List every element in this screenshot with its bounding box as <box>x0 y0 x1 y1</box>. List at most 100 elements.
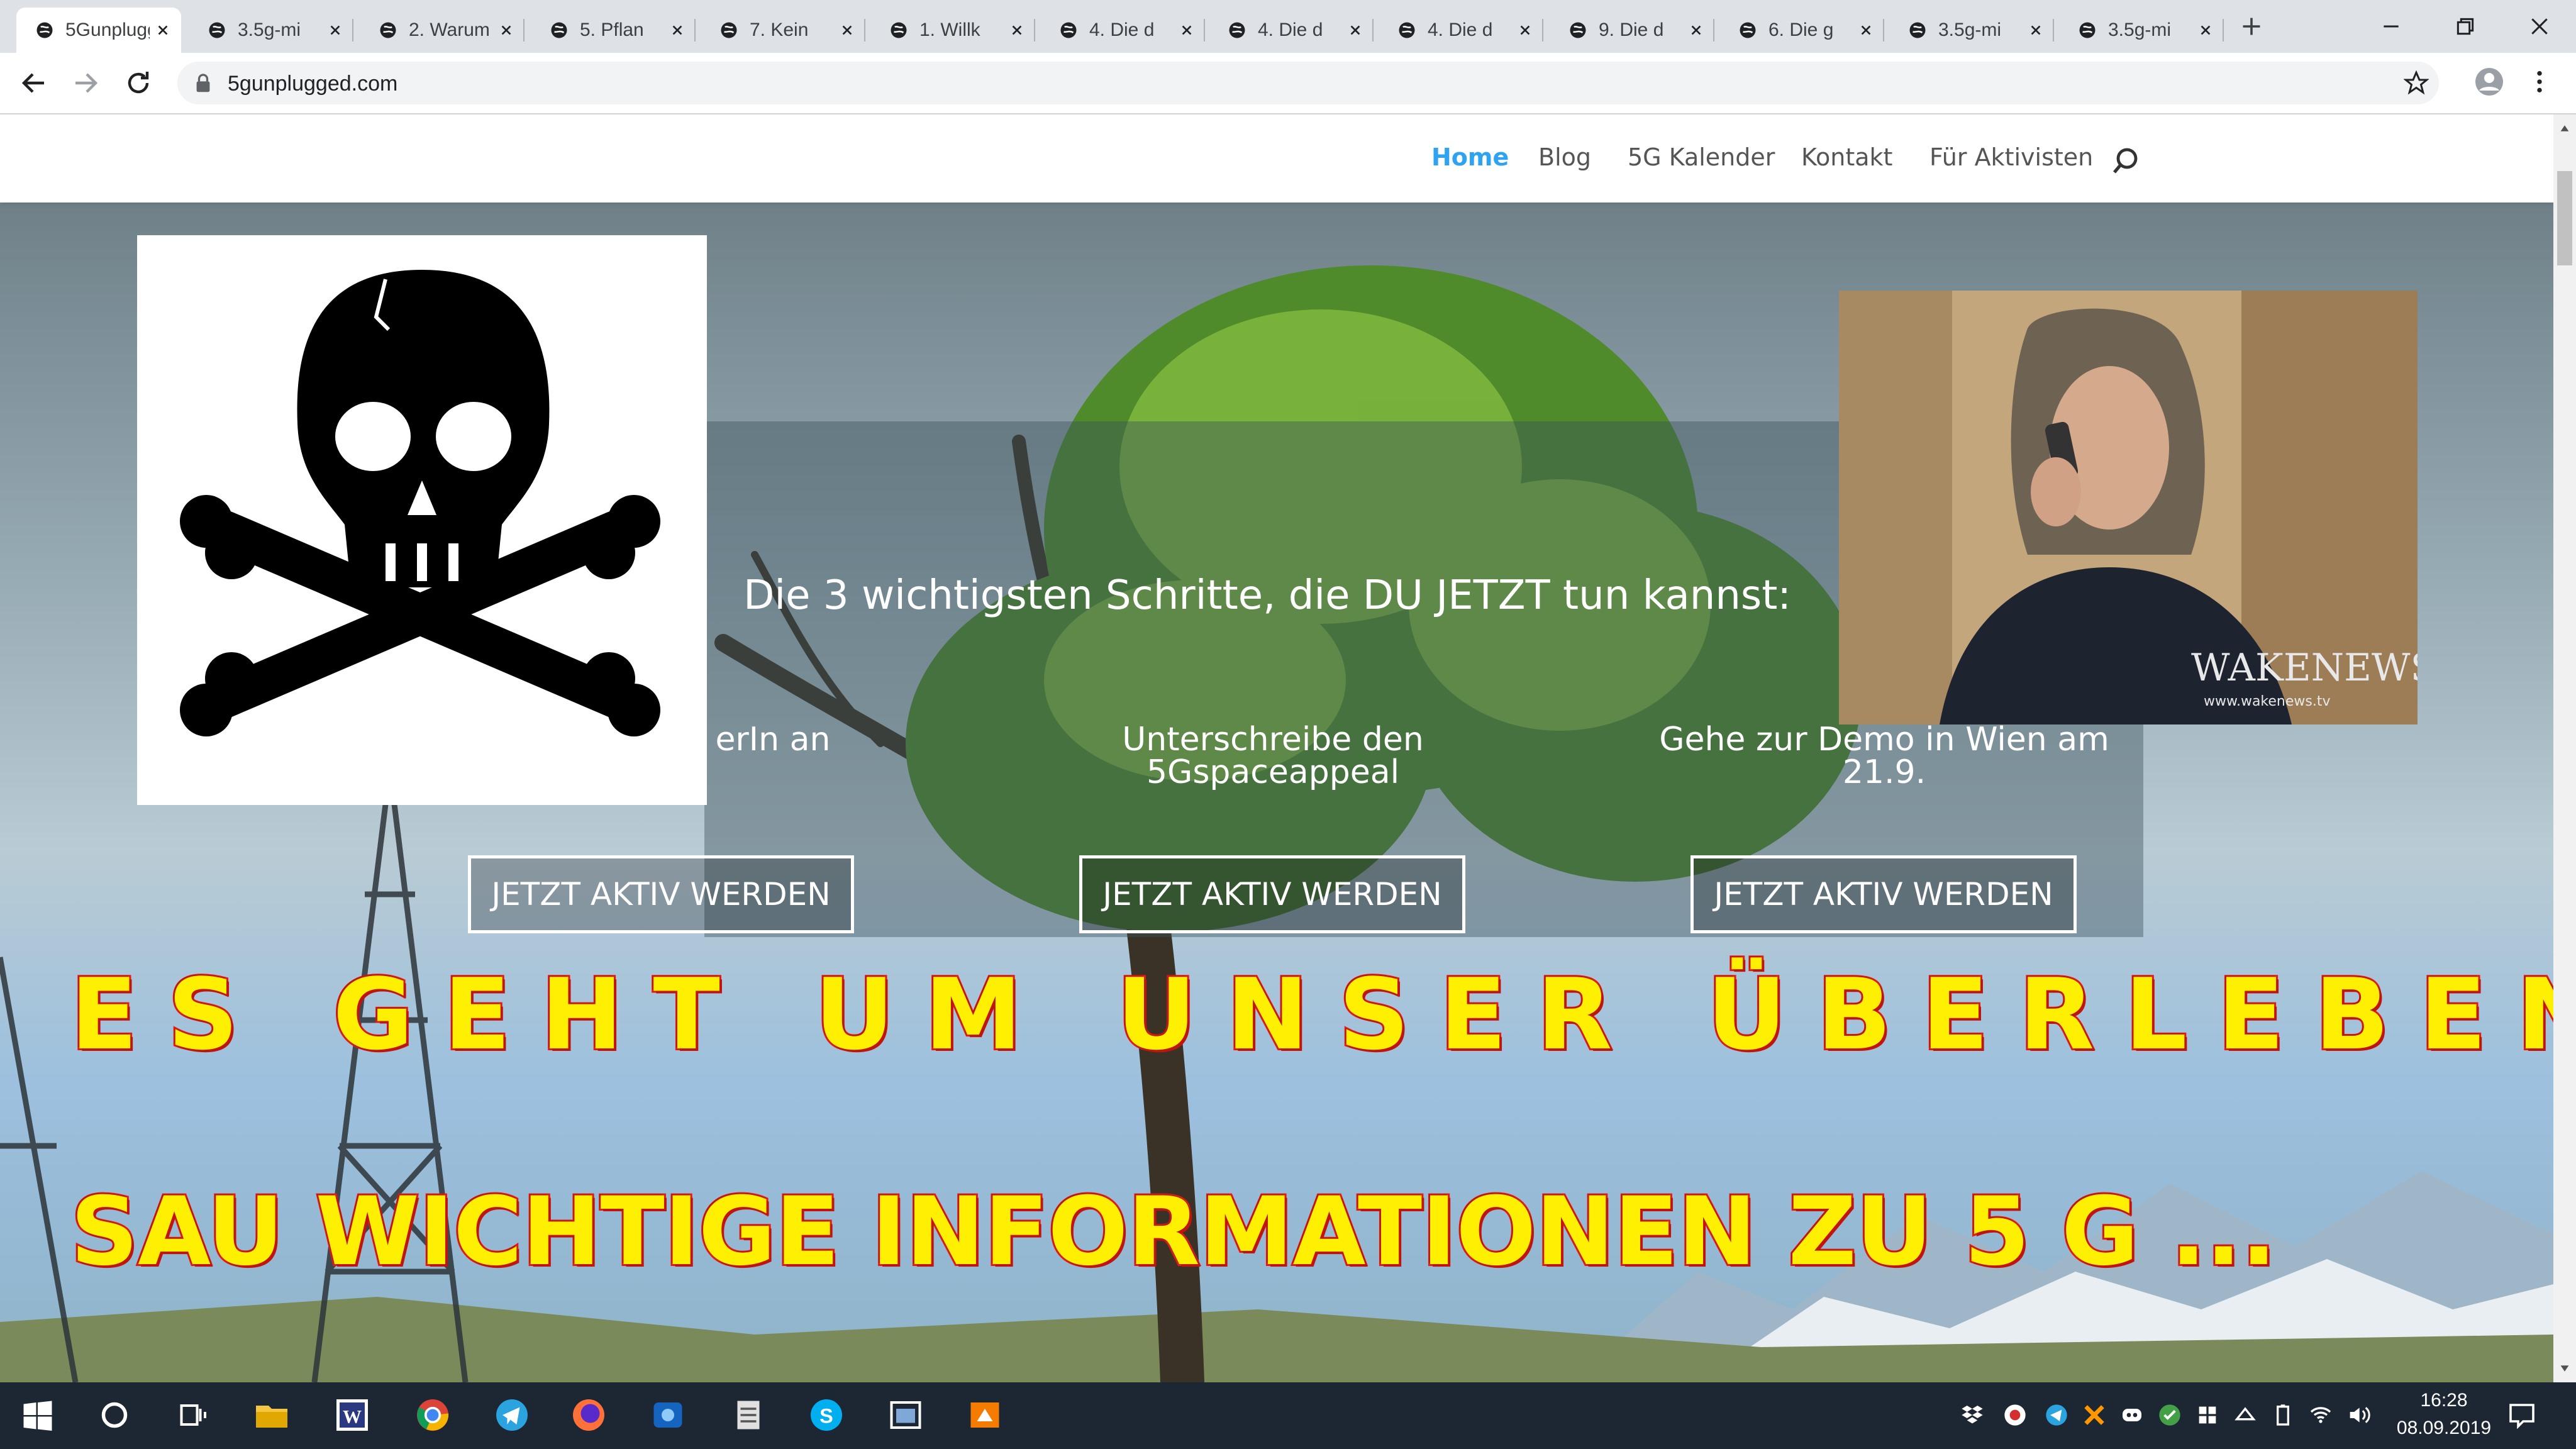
new-tab-icon[interactable] <box>2240 15 2263 38</box>
browser-toolbar: 5gunplugged.com <box>0 53 2576 114</box>
close-tab-icon[interactable] <box>2199 23 2212 37</box>
nav-blog[interactable]: Blog <box>1538 143 1591 171</box>
tab-title: 3.5g-mi <box>238 19 301 40</box>
tab-title: 9. Die d <box>1599 19 1664 40</box>
skull-crossbones-image <box>137 235 707 805</box>
tray-icon-network-share[interactable] <box>2233 1402 2258 1428</box>
clock-time[interactable]: 16:28 <box>2406 1390 2482 1411</box>
browser-tab[interactable]: 1. Willk <box>870 8 1035 53</box>
close-tab-icon[interactable] <box>156 23 170 37</box>
tab-title: 4. Die d <box>1089 19 1155 40</box>
profile-avatar-icon[interactable] <box>2474 67 2504 97</box>
app-icon-orange[interactable] <box>966 1396 1004 1434</box>
globe-favicon-icon <box>1229 22 1245 38</box>
task-view-icon[interactable] <box>174 1396 211 1434</box>
browser-tab[interactable]: 5Gunplugged <box>16 8 181 53</box>
close-tab-icon[interactable] <box>840 23 854 37</box>
windows-taskbar: W S 16:28 08.09.2019 <box>0 1382 2576 1449</box>
discord-tray-icon[interactable] <box>2119 1402 2145 1428</box>
file-explorer-icon[interactable] <box>253 1396 291 1434</box>
windows-start-icon[interactable] <box>19 1396 57 1434</box>
browser-tab[interactable]: 3.5g-mi <box>2059 8 2224 53</box>
nav-home[interactable]: Home <box>1431 143 1509 171</box>
browser-tab[interactable]: 2. Warum <box>360 8 525 53</box>
back-arrow-icon[interactable] <box>19 68 49 98</box>
close-tab-icon[interactable] <box>1859 23 1873 37</box>
nav-kontakt[interactable]: Kontakt <box>1801 143 1892 171</box>
shirt-url-text: www.wakenews.tv <box>2204 694 2331 709</box>
web-page: Home Blog 5G Kalender Kontakt Für Aktivi… <box>0 114 2553 1382</box>
scrollbar-thumb[interactable] <box>2557 171 2572 265</box>
volume-icon[interactable] <box>2346 1402 2371 1428</box>
globe-favicon-icon <box>380 22 396 38</box>
browser-tab[interactable]: 7. Kein <box>701 8 865 53</box>
close-tab-icon[interactable] <box>1010 23 1024 37</box>
telegram-icon[interactable] <box>493 1396 531 1434</box>
step-2-cta-button[interactable]: JETZT AKTIV WERDEN <box>1079 855 1465 933</box>
browser-tab[interactable]: 4. Die d <box>1040 8 1205 53</box>
battery-icon[interactable] <box>2270 1402 2296 1428</box>
tab-title: 6. Die g <box>1768 19 1834 40</box>
browser-tab[interactable]: 4. Die d <box>1209 8 1374 53</box>
word-icon[interactable]: W <box>333 1396 371 1434</box>
globe-favicon-icon <box>1570 22 1586 38</box>
minimize-icon[interactable] <box>2379 14 2404 39</box>
browser-tab[interactable]: 6. Die g <box>1719 8 1884 53</box>
restore-icon[interactable] <box>2453 14 2478 39</box>
browser-tab[interactable]: 9. Die d <box>1550 8 1714 53</box>
dropbox-tray-icon[interactable] <box>1960 1402 1985 1428</box>
app-icon-window[interactable] <box>887 1396 924 1434</box>
skype-icon[interactable]: S <box>808 1396 845 1434</box>
tab-title: 3.5g-mi <box>1938 19 2002 40</box>
step-3-cta-button[interactable]: JETZT AKTIV WERDEN <box>1690 855 2077 933</box>
close-tab-icon[interactable] <box>1180 23 1194 37</box>
bookmark-star-icon[interactable] <box>2404 70 2429 96</box>
nav-5g-kalender[interactable]: 5G Kalender <box>1628 143 1775 171</box>
app-icon-blue[interactable] <box>649 1396 687 1434</box>
close-tab-icon[interactable] <box>670 23 684 37</box>
close-tab-icon[interactable] <box>1348 23 1362 37</box>
wifi-icon[interactable] <box>2308 1402 2333 1428</box>
close-tab-icon[interactable] <box>2029 23 2043 37</box>
address-bar[interactable]: 5gunplugged.com <box>177 62 2439 104</box>
notepad-icon[interactable] <box>730 1396 767 1434</box>
close-window-icon[interactable] <box>2527 14 2552 39</box>
tab-title: 5Gunplugged <box>65 19 150 40</box>
telegram-tray-icon[interactable] <box>2044 1402 2069 1428</box>
close-tab-icon[interactable] <box>1689 23 1703 37</box>
reload-icon[interactable] <box>123 68 153 98</box>
search-circle-icon[interactable] <box>96 1396 133 1434</box>
tab-title: 2. Warum <box>409 19 490 40</box>
tray-icon-green-check[interactable] <box>2157 1402 2182 1428</box>
tab-title: 5. Pflan <box>580 19 644 40</box>
step-1-cta-button[interactable]: JETZT AKTIV WERDEN <box>468 855 854 933</box>
scroll-up-arrow-icon[interactable] <box>2560 123 2570 133</box>
tray-icon-grid[interactable] <box>2195 1402 2220 1428</box>
tray-icon-red-circle[interactable] <box>2002 1402 2028 1428</box>
action-center-icon[interactable] <box>2507 1400 2537 1430</box>
steps-heading: Die 3 wichtigsten Schritte, die DU JETZT… <box>743 572 1791 619</box>
forward-arrow-icon[interactable] <box>70 68 101 98</box>
scroll-down-arrow-icon[interactable] <box>2560 1363 2570 1374</box>
tray-icon-orange[interactable] <box>2082 1402 2107 1428</box>
clock-date[interactable]: 08.09.2019 <box>2390 1418 2498 1439</box>
site-navigation: Home Blog 5G Kalender Kontakt Für Aktivi… <box>0 114 2553 203</box>
browser-tab[interactable]: 3.5g-mi <box>1889 8 2054 53</box>
browser-menu-icon[interactable] <box>2534 69 2545 94</box>
chrome-icon[interactable] <box>414 1396 452 1434</box>
tab-title: 3.5g-mi <box>2108 19 2172 40</box>
svg-text:S: S <box>819 1405 833 1428</box>
browser-tab[interactable]: 4. Die d <box>1379 8 1543 53</box>
browser-tab[interactable]: 3.5g-mi <box>189 8 353 53</box>
firefox-icon[interactable] <box>570 1396 608 1434</box>
close-tab-icon[interactable] <box>499 23 513 37</box>
close-tab-icon[interactable] <box>1518 23 1532 37</box>
browser-tab[interactable]: 5. Pflan <box>531 8 696 53</box>
nav-fuer-aktivisten[interactable]: Für Aktivisten <box>1929 143 2093 171</box>
search-icon[interactable] <box>2111 146 2141 176</box>
globe-favicon-icon <box>551 22 567 38</box>
page-scrollbar[interactable] <box>2553 114 2576 1382</box>
tab-title: 4. Die d <box>1428 19 1493 40</box>
close-tab-icon[interactable] <box>328 23 342 37</box>
step-3-text: Gehe zur Demo in Wien am 21.9. <box>1659 721 2109 791</box>
